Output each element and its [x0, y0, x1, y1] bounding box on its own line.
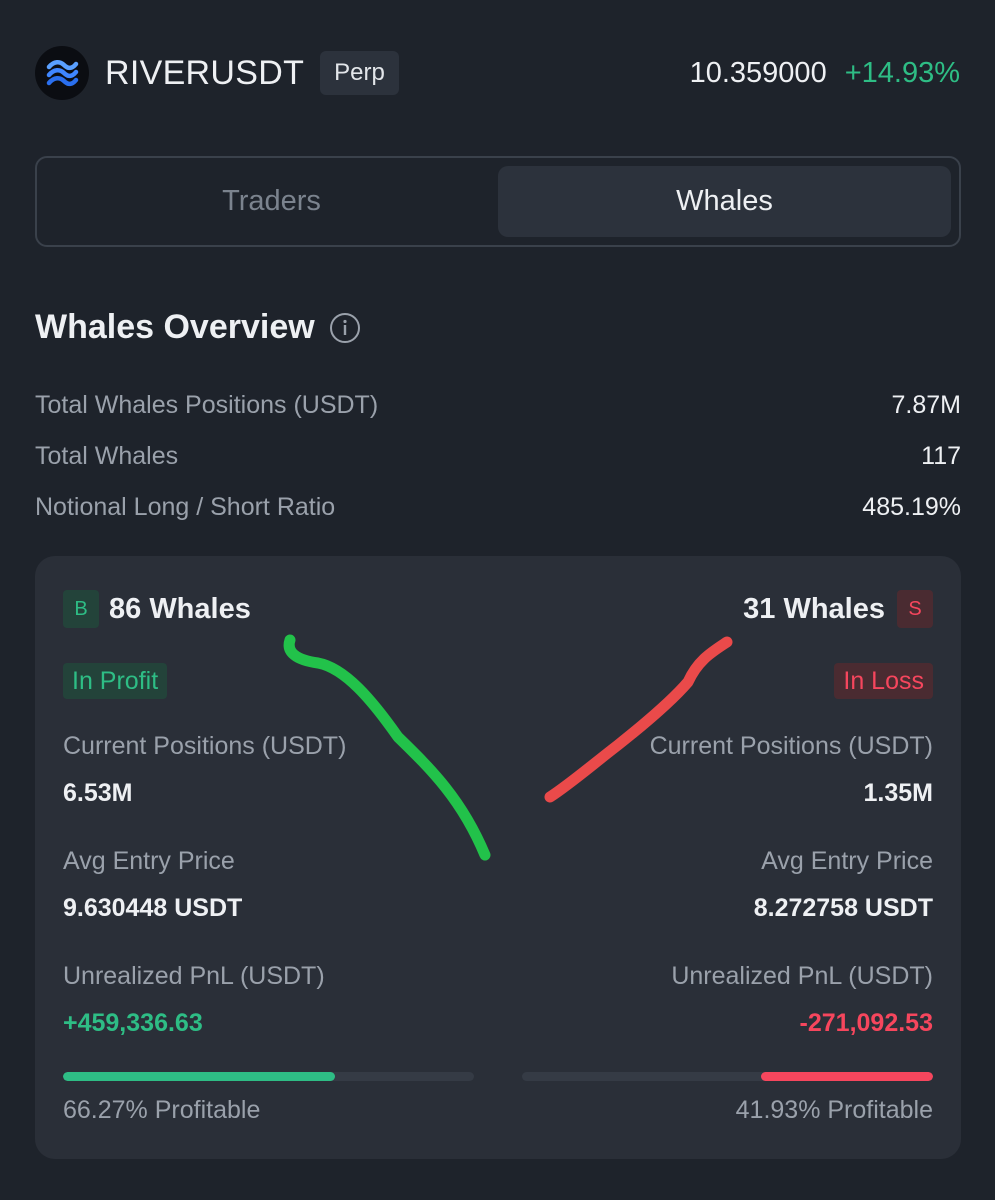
last-price: 10.359000: [689, 56, 827, 89]
segment-tabs: Traders Whales: [35, 156, 961, 247]
info-circle-icon[interactable]: [329, 312, 361, 344]
stat-value: 117: [921, 442, 961, 470]
stat-label: Total Whales: [35, 442, 179, 470]
short-whales-panel: 31 Whales S In Loss Current Positions (U…: [522, 556, 933, 1159]
stat-value: 7.87M: [891, 391, 961, 419]
stat-long-short-ratio: Notional Long / Short Ratio 485.19%: [35, 493, 961, 522]
short-whales-header: 31 Whales S: [743, 590, 933, 628]
current-positions-label: Current Positions (USDT): [649, 732, 933, 760]
header: RIVERUSDT Perp 10.359000 +14.93%: [35, 46, 960, 100]
sell-badge: S: [897, 590, 933, 628]
profitable-bar: [63, 1072, 474, 1081]
current-positions-value: 1.35M: [863, 779, 933, 807]
profitable-bar-fill: [760, 1072, 933, 1081]
price-block: 10.359000 +14.93%: [690, 57, 960, 90]
tab-whales[interactable]: Whales: [498, 166, 951, 237]
long-whale-count: 86 Whales: [109, 592, 251, 625]
profitable-percent: 41.93% Profitable: [735, 1096, 933, 1124]
profitable-bar-fill: [63, 1072, 336, 1081]
whale-split-card: B 86 Whales In Profit Current Positions …: [35, 556, 961, 1159]
current-positions-value: 6.53M: [63, 779, 133, 807]
stat-total-whales: Total Whales 117: [35, 442, 961, 471]
unrealized-pnl-value: +459,336.63: [63, 1009, 203, 1037]
profitable-bar: [522, 1072, 933, 1081]
buy-badge: B: [63, 590, 99, 628]
river-waves-logo-icon: [35, 46, 89, 100]
stat-value: 485.19%: [862, 493, 961, 521]
perp-badge: Perp: [320, 51, 399, 95]
overview-title: Whales Overview: [35, 308, 315, 346]
avg-entry-label: Avg Entry Price: [63, 847, 235, 875]
short-whale-count: 31 Whales: [743, 592, 885, 625]
avg-entry-value: 8.272758 USDT: [753, 894, 933, 922]
unrealized-pnl-label: Unrealized PnL (USDT): [671, 962, 933, 990]
in-loss-badge: In Loss: [834, 663, 933, 699]
unrealized-pnl-label: Unrealized PnL (USDT): [63, 962, 325, 990]
overview-header: Whales Overview: [35, 308, 361, 347]
long-whales-header: B 86 Whales: [63, 590, 251, 628]
symbol-name[interactable]: RIVERUSDT: [105, 54, 304, 93]
current-positions-label: Current Positions (USDT): [63, 732, 347, 760]
in-profit-badge: In Profit: [63, 663, 168, 699]
stat-label: Total Whales Positions (USDT): [35, 391, 379, 419]
avg-entry-label: Avg Entry Price: [761, 847, 933, 875]
stat-label: Notional Long / Short Ratio: [35, 493, 336, 521]
stat-total-positions: Total Whales Positions (USDT) 7.87M: [35, 391, 961, 420]
profitable-percent: 66.27% Profitable: [63, 1096, 261, 1124]
tab-traders[interactable]: Traders: [45, 166, 498, 237]
long-whales-panel: B 86 Whales In Profit Current Positions …: [63, 556, 474, 1159]
avg-entry-value: 9.630448 USDT: [63, 894, 243, 922]
price-change: +14.93%: [844, 56, 960, 89]
unrealized-pnl-value: -271,092.53: [799, 1009, 933, 1037]
